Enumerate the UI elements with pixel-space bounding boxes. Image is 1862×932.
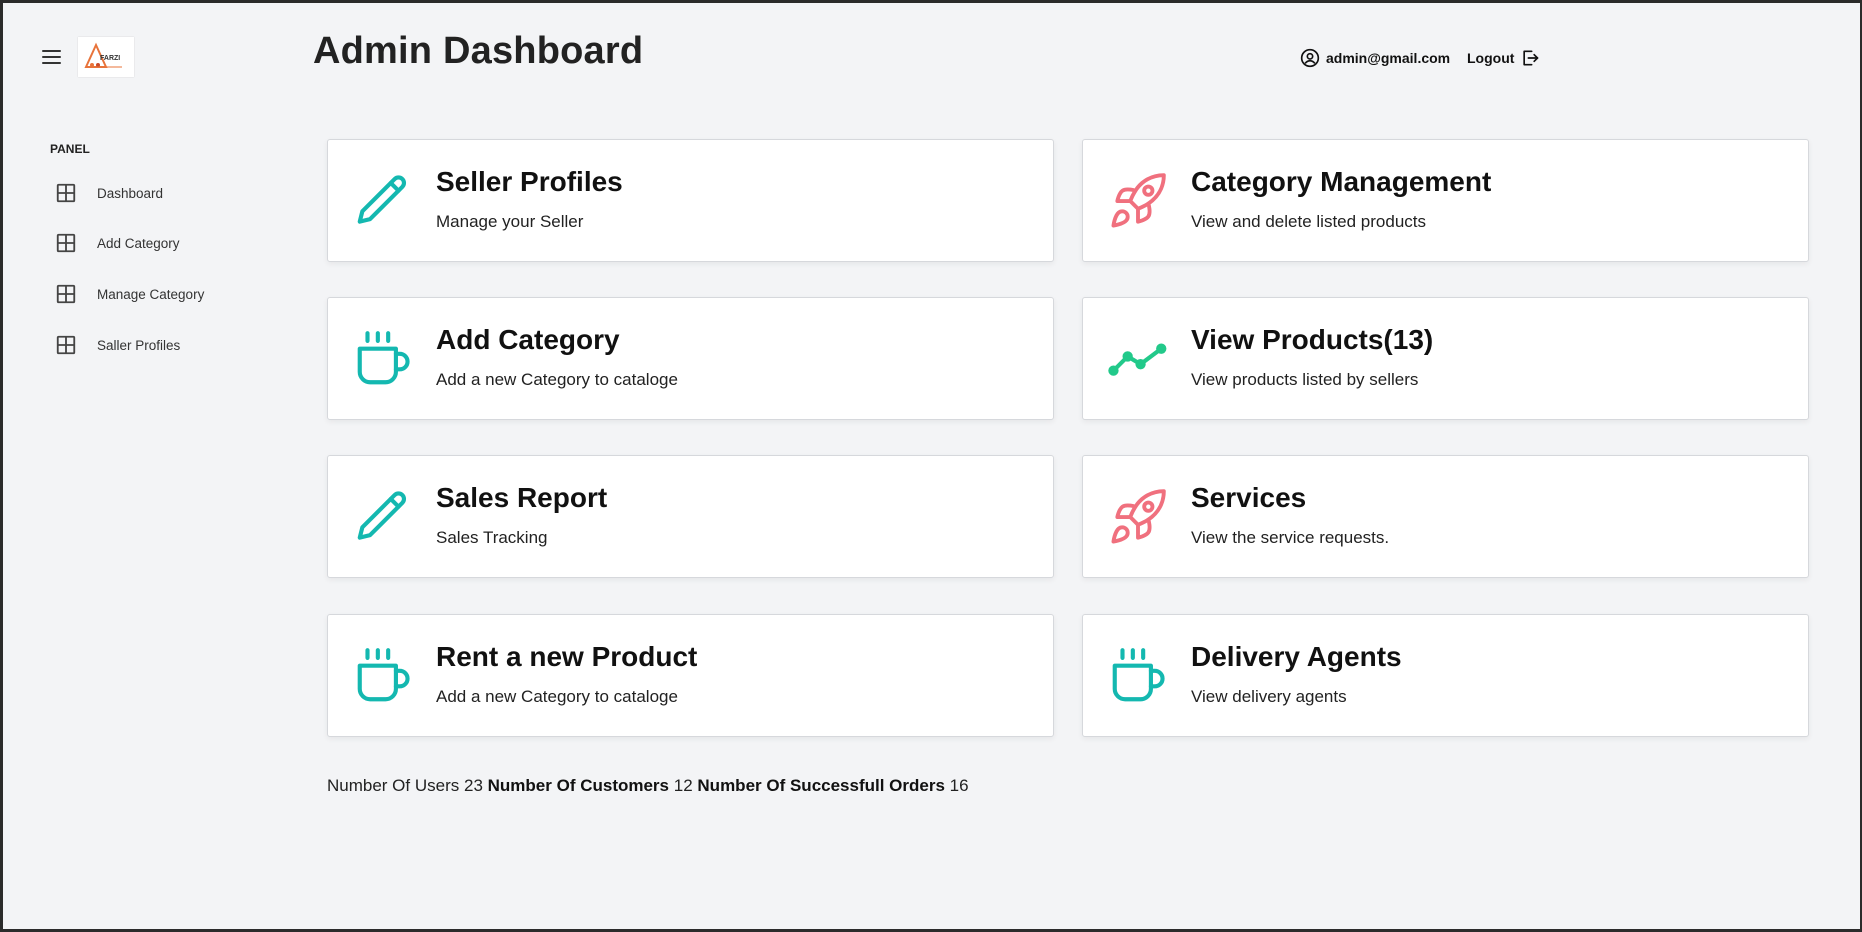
- users-value: 23: [463, 776, 483, 795]
- card-subtitle: Manage your Seller: [436, 212, 584, 231]
- card-services[interactable]: Services View the service requests.: [1082, 455, 1809, 578]
- cup-icon: [357, 648, 410, 702]
- user-circle-icon: [1300, 48, 1320, 68]
- card-title: View Products(13): [1191, 324, 1434, 355]
- card-title: Services: [1191, 482, 1307, 513]
- sidebar: PANEL Dashboard Add Category Manage Cate…: [17, 112, 297, 930]
- card-sales-report[interactable]: Sales Report Sales Tracking: [327, 455, 1054, 578]
- logout-icon: [1523, 50, 1539, 66]
- logout-button[interactable]: Logout: [1467, 48, 1540, 68]
- sidebar-item-manage-category[interactable]: Manage Category: [55, 283, 204, 305]
- rocket-icon: [1111, 173, 1166, 228]
- hamburger-menu-icon[interactable]: [42, 50, 62, 66]
- sidebar-item-add-category[interactable]: Add Category: [55, 232, 180, 254]
- grid-icon: [56, 233, 76, 253]
- pencil-icon: [357, 491, 407, 540]
- card-view-products[interactable]: View Products(13) View products listed b…: [1082, 297, 1809, 420]
- sidebar-item-label: Saller Profiles: [97, 337, 181, 353]
- card-title: Seller Profiles: [436, 166, 623, 197]
- grid-icon: [56, 183, 76, 203]
- card-title: Add Category: [436, 324, 620, 355]
- user-account[interactable]: admin@gmail.com: [1300, 48, 1450, 68]
- card-subtitle: View products listed by sellers: [1191, 370, 1419, 389]
- sidebar-item-dashboard[interactable]: Dashboard: [55, 182, 163, 204]
- card-rent-a-new-product[interactable]: Rent a new Product Add a new Category to…: [327, 614, 1054, 737]
- card-title: Rent a new Product: [436, 641, 698, 672]
- card-subtitle: View and delete listed products: [1191, 212, 1427, 231]
- card-title: Delivery Agents: [1191, 641, 1402, 672]
- customers-value: 12: [673, 776, 693, 795]
- user-email: admin@gmail.com: [1326, 50, 1451, 66]
- card-subtitle: Sales Tracking: [436, 528, 548, 547]
- card-subtitle: Add a new Category to cataloge: [436, 370, 678, 389]
- brand-logo[interactable]: FARZI: [78, 37, 134, 77]
- sidebar-item-label: Manage Category: [97, 286, 205, 302]
- card-subtitle: View delivery agents: [1191, 687, 1347, 706]
- card-subtitle: View the service requests.: [1191, 528, 1390, 547]
- card-title: Category Management: [1191, 166, 1492, 197]
- card-title: Sales Report: [436, 482, 608, 513]
- stats-summary: Number Of Users 23 Number Of Customers 1…: [327, 776, 969, 796]
- page-title: Admin Dashboard: [313, 30, 644, 72]
- grid-icon: [56, 335, 76, 355]
- pencil-icon: [357, 175, 407, 224]
- card-seller-profiles[interactable]: Seller Profiles Manage your Seller: [327, 139, 1054, 262]
- sidebar-item-label: Add Category: [97, 235, 180, 251]
- grid-icon: [56, 284, 76, 304]
- orders-label: Number Of Successfull Orders: [697, 776, 945, 795]
- card-delivery-agents[interactable]: Delivery Agents View delivery agents: [1082, 614, 1809, 737]
- rocket-icon: [1111, 489, 1166, 544]
- sidebar-panel-label: PANEL: [50, 142, 90, 156]
- users-label: Number Of Users: [327, 776, 460, 795]
- logout-label: Logout: [1467, 50, 1515, 66]
- trend-icon: [1108, 343, 1167, 376]
- card-category-management[interactable]: Category Management View and delete list…: [1082, 139, 1809, 262]
- card-add-category[interactable]: Add Category Add a new Category to catal…: [327, 297, 1054, 420]
- card-subtitle: Add a new Category to cataloge: [436, 687, 678, 706]
- customers-label: Number Of Customers: [487, 776, 670, 795]
- orders-value: 16: [949, 776, 969, 795]
- header: FARZI Admin Dashboard admin@gmail.com Lo…: [0, 0, 1862, 112]
- cup-icon: [1112, 648, 1165, 702]
- sidebar-item-label: Dashboard: [97, 185, 164, 201]
- sidebar-item-saller-profiles[interactable]: Saller Profiles: [55, 334, 180, 356]
- cup-icon: [357, 331, 410, 385]
- logo-text: FARZI: [100, 55, 120, 62]
